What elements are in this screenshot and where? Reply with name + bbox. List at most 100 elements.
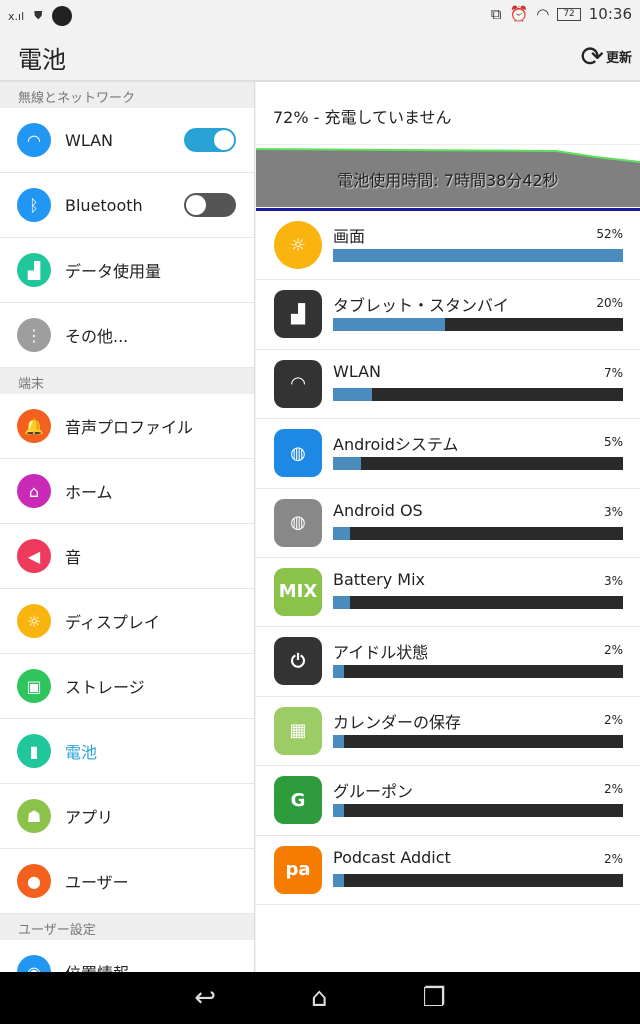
alarm-icon: ⏰ <box>509 5 529 23</box>
toggle-switch[interactable] <box>184 193 236 217</box>
settings-sidebar: 無線とネットワーク ◠ WLAN ᛒ Bluetooth ▟ データ使用量 ⋮ その他... 端末… <box>0 82 255 972</box>
clock: 10:36 <box>588 5 632 23</box>
app-percent: 5% <box>603 435 623 450</box>
usage-bar <box>333 526 623 540</box>
sidebar-item-label: ディスプレイ <box>65 613 160 632</box>
android-os-icon: ◍ <box>274 498 322 547</box>
sidebar-item[interactable]: ☼ ディスプレイ <box>0 589 254 654</box>
usage-bar-fill <box>333 318 445 332</box>
app-usage-row[interactable]: ⏻ アイドル状態 2% <box>256 627 640 697</box>
groupon-icon: G <box>274 776 322 825</box>
bell-icon: 🔔 <box>17 409 51 443</box>
bluetooth-icon: ᛒ <box>17 188 51 222</box>
sidebar-item-label: Bluetooth <box>65 195 143 215</box>
usage-bar-fill <box>333 457 361 471</box>
app-usage-row[interactable]: ◍ Android OS 3% <box>256 489 640 558</box>
battery-status-icon: 72 <box>557 7 581 21</box>
app-usage-row[interactable]: ◍ Androidシステム 5% <box>256 419 640 489</box>
sidebar-item[interactable]: ⋮ その他... <box>0 303 254 368</box>
status-bar: x.ıl ⛊ ⧉ ⏰ ◠ 72 10:36 <box>0 0 640 30</box>
sidebar-item-label: アプリ <box>65 808 114 827</box>
battery-icon: ▮ <box>17 734 51 768</box>
app-percent: 7% <box>603 365 623 380</box>
sidebar-item-label: 音声プロファイル <box>65 418 194 437</box>
battery-status-text: 72% - 充電していません <box>256 82 640 145</box>
app-usage-row[interactable]: pa Podcast Addict 2% <box>256 836 640 905</box>
usage-bar <box>333 804 623 818</box>
app-name: Androidシステム <box>333 435 459 455</box>
more-icon: ⋮ <box>17 318 51 352</box>
signal-icon: x.ıl <box>8 9 25 23</box>
usage-bar-fill <box>333 804 345 818</box>
section-header: 無線とネットワーク <box>0 82 254 108</box>
app-name: Podcast Addict <box>333 847 451 867</box>
sidebar-item[interactable]: ▮ 電池 <box>0 719 254 784</box>
toggle-switch[interactable] <box>184 128 236 152</box>
battery-usage-panel: 72% - 充電していません 電池使用時間: 7時間38分42秒 ☼ 画面 52% ▟… <box>256 82 640 972</box>
sidebar-item[interactable]: ◉ 位置情報 <box>0 940 254 972</box>
section-header: 端末 <box>0 368 254 394</box>
speaker-icon: ◀ <box>17 539 51 573</box>
sidebar-item-label: ホーム <box>65 483 113 502</box>
storage-icon: ▣ <box>17 669 51 703</box>
app-bar: 電池 ⟳ 更新 <box>0 30 640 82</box>
sidebar-item-label: ユーザー <box>65 873 129 892</box>
usage-bar <box>333 318 623 332</box>
app-usage-row[interactable]: ◠ WLAN 7% <box>256 350 640 420</box>
app-usage-row[interactable]: ☼ 画面 52% <box>256 211 640 281</box>
usage-bar <box>333 665 623 679</box>
sidebar-item[interactable]: ◀ 音 <box>0 524 254 589</box>
app-usage-row[interactable]: ▦ カレンダーの保存 2% <box>256 697 640 767</box>
sidebar-item[interactable]: ▟ データ使用量 <box>0 238 254 303</box>
location-icon: ◉ <box>17 955 51 972</box>
wifi-icon: ◠ <box>17 123 51 157</box>
app-name: Battery Mix <box>333 569 426 589</box>
home-icon[interactable]: ⌂ <box>311 983 328 1013</box>
app-percent: 2% <box>603 782 623 797</box>
home-icon: ⌂ <box>17 474 51 508</box>
android-icon: ☗ <box>17 799 51 833</box>
app-usage-row[interactable]: G グルーポン 2% <box>256 766 640 836</box>
app-name: グルーポン <box>333 782 414 802</box>
app-usage-row[interactable]: MIX Battery Mix 3% <box>256 558 640 628</box>
back-icon[interactable]: ↩ <box>194 983 216 1013</box>
app-name: Android OS <box>333 500 423 520</box>
recents-icon[interactable]: ❐ <box>423 983 446 1013</box>
usage-bar <box>333 873 623 887</box>
app-percent: 3% <box>603 504 623 519</box>
brightness-icon: ☼ <box>17 604 51 638</box>
usage-bar-fill <box>333 595 350 609</box>
sidebar-item-label: 電池 <box>65 743 98 762</box>
app-percent: 20% <box>596 296 623 311</box>
app-name: 画面 <box>333 227 366 246</box>
app-name: カレンダーの保存 <box>333 712 462 732</box>
battery-history-graph[interactable]: 電池使用時間: 7時間38分42秒 <box>256 145 640 207</box>
wifi-status-icon: ◠ <box>536 5 550 23</box>
usage-bar-fill <box>333 249 623 262</box>
app-usage-row[interactable]: ▟ タブレット・スタンバイ 20% <box>256 280 640 350</box>
sidebar-item-label: ストレージ <box>65 678 145 697</box>
usage-bar <box>333 595 623 609</box>
usage-bar-fill <box>333 734 345 748</box>
shield-icon: ⛊ <box>34 9 43 22</box>
sidebar-item[interactable]: ▣ ストレージ <box>0 654 254 719</box>
sidebar-item-label: 音 <box>65 548 82 567</box>
section-header: ユーザー設定 <box>0 914 254 940</box>
app-percent: 2% <box>603 851 623 866</box>
sidebar-item[interactable]: ☗ アプリ <box>0 784 254 849</box>
android-system-icon: ◍ <box>274 429 322 478</box>
sidebar-item[interactable]: ⌂ ホーム <box>0 459 254 524</box>
wifi-icon: ◠ <box>274 359 322 408</box>
sidebar-item[interactable]: 🔔 音声プロファイル <box>0 394 254 459</box>
sidebar-item[interactable]: ᛒ Bluetooth <box>0 173 254 238</box>
sidebar-item[interactable]: ◠ WLAN <box>0 108 254 173</box>
refresh-button[interactable]: ⟳ 更新 <box>581 40 632 73</box>
app-name: アイドル状態 <box>333 643 429 663</box>
usage-bar <box>333 249 623 262</box>
page-title: 電池 <box>18 46 66 74</box>
sidebar-item-label: データ使用量 <box>65 262 162 281</box>
usage-bar-fill <box>333 387 373 401</box>
sidebar-item[interactable]: ● ユーザー <box>0 849 254 914</box>
refresh-icon: ⟳ <box>580 40 604 73</box>
calendar-icon: ▦ <box>274 706 322 755</box>
